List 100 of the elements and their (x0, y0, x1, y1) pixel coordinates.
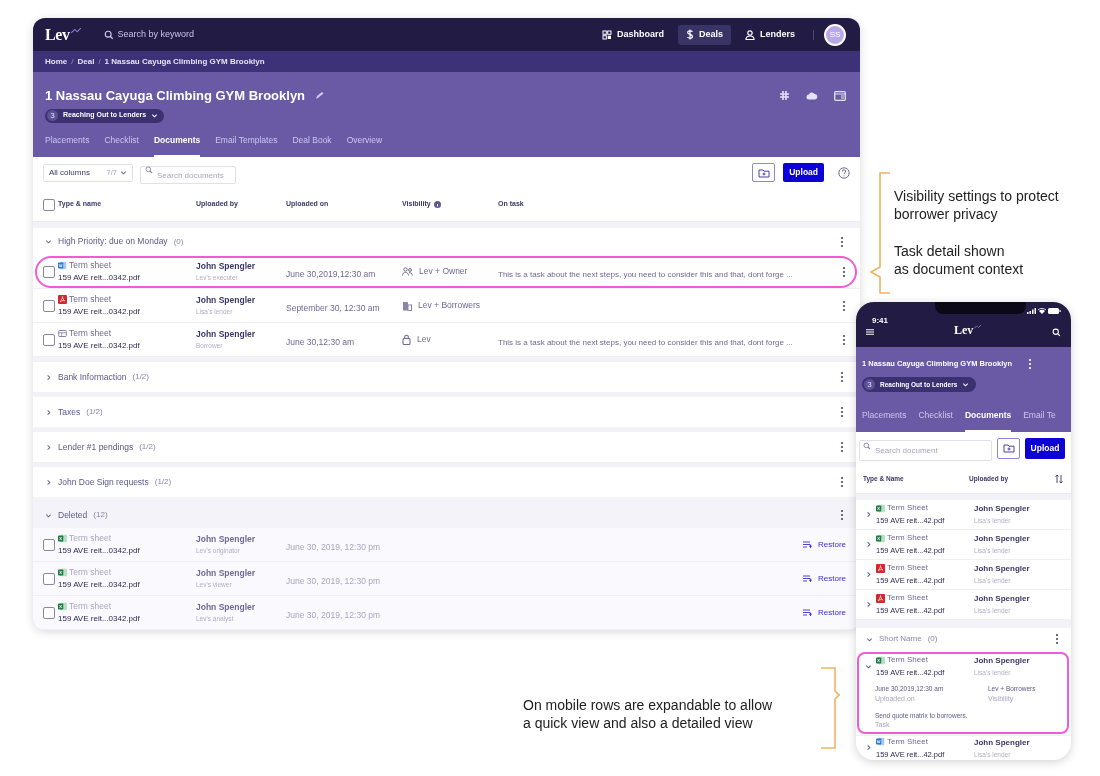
chevron-down-icon[interactable] (45, 238, 52, 245)
chevron-down-icon[interactable] (151, 112, 159, 119)
restore-button[interactable]: Restore (803, 538, 846, 551)
tab[interactable]: Placements (45, 134, 90, 157)
file-type-label: Term sheet (69, 599, 112, 613)
search-field[interactable]: Search by keyword (117, 27, 268, 42)
more-options-icon[interactable] (840, 406, 844, 418)
uploader-name: John Spengler (974, 593, 1030, 606)
group-header[interactable]: Short Name (0) (856, 628, 1071, 650)
new-folder-button[interactable] (752, 163, 776, 182)
folder-add-icon (1002, 443, 1015, 453)
pencil-icon[interactable] (315, 91, 325, 101)
chevron-right-icon[interactable] (865, 601, 872, 608)
uploader-name: John Spengler (196, 260, 257, 273)
file-type-label: Term sheet (69, 258, 112, 272)
search-field[interactable]: Search documents (140, 166, 236, 184)
upload-date: June 30,2019,12:30 am (286, 268, 376, 279)
nav-link[interactable]: Deals (677, 24, 731, 45)
more-options-icon[interactable] (1028, 358, 1033, 370)
breadcrumb-link[interactable]: 1 Nassau Cayuga Climbing GYM Brooklyn (104, 55, 265, 68)
panel-icon[interactable] (834, 90, 846, 101)
group-count: (1/2) (154, 476, 172, 488)
tab[interactable]: Checklist (918, 409, 953, 432)
more-options-icon[interactable] (1055, 633, 1059, 645)
spreadsheet-icon (58, 567, 67, 577)
group-header[interactable]: High Priority: due on Monday (0) (33, 228, 860, 255)
logo[interactable]: Lev (954, 324, 974, 336)
more-options-icon[interactable] (840, 476, 844, 488)
checkbox[interactable] (43, 572, 55, 585)
tab[interactable]: Checklist (104, 134, 139, 157)
more-options-icon[interactable] (842, 265, 846, 278)
checkbox[interactable] (43, 198, 55, 211)
uploader-name: John Spengler (974, 503, 1030, 516)
pdf-icon (58, 294, 67, 304)
group-count: (1/2) (139, 441, 156, 453)
upload-date: September 30, 12:30 am (286, 302, 380, 313)
sort-icon[interactable] (1055, 473, 1063, 484)
breadcrumb-separator: / (98, 55, 101, 68)
uploader-name: John Spengler (196, 601, 257, 614)
restore-button[interactable]: Restore (803, 606, 846, 619)
tab[interactable]: Placements (862, 409, 907, 432)
help-icon[interactable] (838, 166, 850, 179)
checkbox[interactable] (43, 606, 55, 619)
spreadsheet-icon (876, 655, 885, 665)
nav-link[interactable]: Dashboard (593, 24, 672, 45)
tab[interactable]: Overview (346, 134, 383, 157)
info-icon (433, 201, 441, 208)
upload-button[interactable]: Upload (1025, 437, 1065, 459)
document-icon (876, 737, 885, 747)
tab[interactable]: Email Templates (215, 134, 278, 157)
chevron-down-icon[interactable] (866, 635, 873, 643)
annotation-text: Task detail shown as document context (894, 242, 1024, 278)
chevron-right-icon[interactable] (865, 511, 872, 518)
breadcrumb-link[interactable]: Deal (77, 55, 95, 68)
status-time: 9:41 (872, 316, 888, 325)
more-options-icon[interactable] (842, 299, 846, 312)
chevron-right-icon[interactable] (45, 478, 52, 486)
chevron-right-icon[interactable] (865, 541, 872, 548)
chevron-right-icon[interactable] (865, 744, 872, 752)
hash-icon[interactable] (779, 90, 790, 102)
more-options-icon[interactable] (840, 509, 844, 521)
chevron-down-icon[interactable] (865, 662, 872, 670)
chevron-right-icon[interactable] (45, 408, 52, 416)
search-field[interactable]: Search document (859, 439, 992, 461)
new-folder-button[interactable] (997, 437, 1020, 459)
file-name: 159 AVE reit...0342.pdf (58, 613, 141, 626)
chevron-right-icon[interactable] (45, 443, 52, 451)
file-type-label: Term sheet (69, 292, 112, 306)
menu-icon[interactable] (866, 329, 874, 335)
file-type-label: Term sheet (69, 531, 112, 545)
checkbox[interactable] (43, 538, 55, 551)
visibility-label: Lev (417, 333, 431, 346)
wifi-icon (1038, 308, 1046, 314)
chevron-right-icon[interactable] (865, 571, 872, 578)
group-count: (1/2) (132, 371, 149, 383)
spreadsheet-icon (876, 503, 885, 513)
breadcrumb-link[interactable]: Home (45, 55, 68, 68)
checkbox[interactable] (43, 333, 55, 346)
more-options-icon[interactable] (842, 333, 846, 346)
tab[interactable]: Deal Book (292, 134, 332, 157)
more-options-icon[interactable] (840, 235, 844, 248)
nav-link[interactable]: Lenders (737, 24, 803, 45)
logo[interactable]: Lev (45, 26, 70, 43)
chevron-down-icon[interactable] (120, 169, 127, 176)
chevron-right-icon[interactable] (45, 373, 52, 381)
checkbox[interactable] (43, 299, 55, 312)
tab[interactable]: Email Te (1023, 409, 1056, 432)
battery-icon (1048, 308, 1061, 314)
search-icon (863, 441, 871, 450)
checkbox[interactable] (43, 265, 55, 278)
cloud-icon[interactable] (806, 91, 818, 101)
upload-button[interactable]: Upload (783, 163, 824, 182)
upload-date: June 30, 2019, 12:30 pm (286, 575, 381, 586)
more-options-icon[interactable] (840, 371, 844, 383)
more-options-icon[interactable] (840, 441, 844, 453)
uploader-name: John Spengler (196, 533, 257, 546)
stage-number: 3 (47, 110, 58, 121)
chevron-down-icon[interactable] (962, 381, 970, 388)
uploader-name: John Spengler (974, 533, 1030, 546)
restore-button[interactable]: Restore (803, 572, 846, 585)
